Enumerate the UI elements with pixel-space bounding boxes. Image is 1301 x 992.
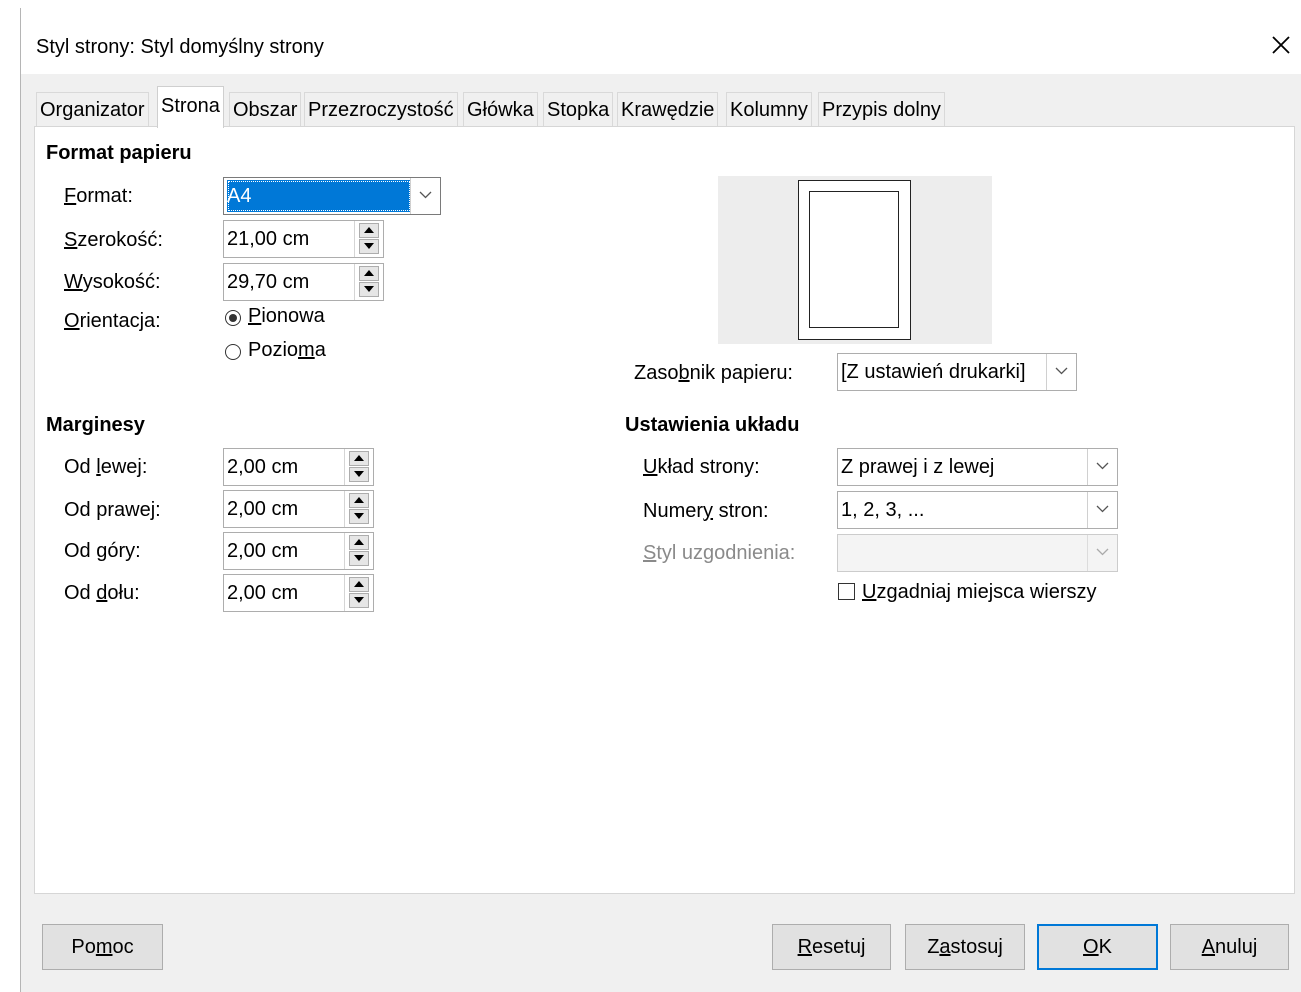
register-true-checkbox[interactable] xyxy=(838,583,855,600)
margin-left-stepper[interactable] xyxy=(344,449,373,485)
spin-down-icon[interactable] xyxy=(349,467,369,482)
format-value: A4 xyxy=(227,180,411,212)
page-layout-select[interactable]: Z prawej i z lewej xyxy=(837,448,1118,486)
chevron-down-icon[interactable] xyxy=(1087,492,1117,528)
height-stepper[interactable] xyxy=(354,264,383,300)
spin-up-icon[interactable] xyxy=(349,493,369,508)
paper-format-heading: Format papieru xyxy=(46,142,192,164)
tab-glowka[interactable]: Główka xyxy=(463,92,538,126)
register-style-select[interactable] xyxy=(837,534,1118,572)
margins-heading: Marginesy xyxy=(46,414,145,436)
tab-krawedzie[interactable]: Krawędzie xyxy=(617,92,719,126)
page-preview-sheet xyxy=(798,180,911,340)
spin-up-icon[interactable] xyxy=(359,266,379,281)
chevron-down-icon[interactable] xyxy=(1087,535,1117,571)
cancel-button[interactable]: Anuluj xyxy=(1170,924,1289,970)
margin-left-label: Od lewej: xyxy=(64,456,148,478)
tab-przypis-dolny[interactable]: Przypis dolny xyxy=(818,92,945,126)
page-layout-label: Układ strony: xyxy=(643,456,760,478)
spin-up-icon[interactable] xyxy=(359,223,379,238)
spin-up-icon[interactable] xyxy=(349,577,369,592)
spin-down-icon[interactable] xyxy=(359,282,379,297)
page-preview-margins xyxy=(809,191,899,328)
chevron-down-icon[interactable] xyxy=(1046,354,1076,390)
tab-organizator[interactable]: Organizator xyxy=(36,92,149,126)
page-numbers-select[interactable]: 1, 2, 3, ... xyxy=(837,491,1118,529)
spin-down-icon[interactable] xyxy=(349,593,369,608)
format-select[interactable]: A4 xyxy=(223,177,441,215)
register-style-label: Styl uzgodnienia: xyxy=(643,542,796,564)
width-stepper[interactable] xyxy=(354,221,383,257)
chevron-down-icon[interactable] xyxy=(1087,449,1117,485)
margin-bottom-stepper[interactable] xyxy=(344,575,373,611)
page-numbers-label: Numery stron: xyxy=(643,500,769,522)
paper-tray-select[interactable]: [Z ustawień drukarki] xyxy=(837,353,1077,391)
register-true-label[interactable]: Uzgadniaj miejsca wierszy xyxy=(862,581,1097,604)
page-preview xyxy=(718,176,992,344)
spin-down-icon[interactable] xyxy=(349,509,369,524)
apply-button[interactable]: Zastosuj xyxy=(905,924,1025,970)
spin-up-icon[interactable] xyxy=(349,535,369,550)
margin-top-label: Od góry: xyxy=(64,540,141,562)
portrait-radio[interactable] xyxy=(225,310,241,326)
dialog-title: Styl strony: Styl domyślny strony xyxy=(36,36,324,58)
orientation-label: Orientacja: xyxy=(64,310,161,332)
margin-bottom-label: Od dołu: xyxy=(64,582,140,604)
tab-przezroczystosc[interactable]: Przezroczystość xyxy=(304,92,458,126)
paper-tray-label: Zasobnik papieru: xyxy=(634,362,793,384)
format-label: Format: xyxy=(64,185,133,207)
reset-button[interactable]: Resetuj xyxy=(772,924,891,970)
spin-up-icon[interactable] xyxy=(349,451,369,466)
tab-strona[interactable]: Strona xyxy=(157,86,224,128)
tab-kolumny[interactable]: Kolumny xyxy=(726,92,812,126)
portrait-label[interactable]: Pionowa xyxy=(248,305,325,328)
chevron-down-icon[interactable] xyxy=(410,178,440,214)
spin-down-icon[interactable] xyxy=(359,239,379,254)
landscape-radio[interactable] xyxy=(225,344,241,360)
margin-right-label: Od prawej: xyxy=(64,499,161,521)
help-button[interactable]: Pomoc xyxy=(42,924,163,970)
ok-button[interactable]: OK xyxy=(1037,924,1158,970)
landscape-label[interactable]: Pozioma xyxy=(248,339,326,362)
margin-right-stepper[interactable] xyxy=(344,491,373,527)
title-bar: Styl strony: Styl domyślny strony xyxy=(21,8,1301,74)
tab-obszar[interactable]: Obszar xyxy=(229,92,302,126)
spin-down-icon[interactable] xyxy=(349,551,369,566)
width-label: Szerokość: xyxy=(64,229,163,251)
layout-settings-heading: Ustawienia układu xyxy=(625,414,800,436)
tab-stopka[interactable]: Stopka xyxy=(543,92,614,126)
close-icon[interactable] xyxy=(1266,30,1296,60)
height-label: Wysokość: xyxy=(64,271,161,293)
margin-top-stepper[interactable] xyxy=(344,533,373,569)
